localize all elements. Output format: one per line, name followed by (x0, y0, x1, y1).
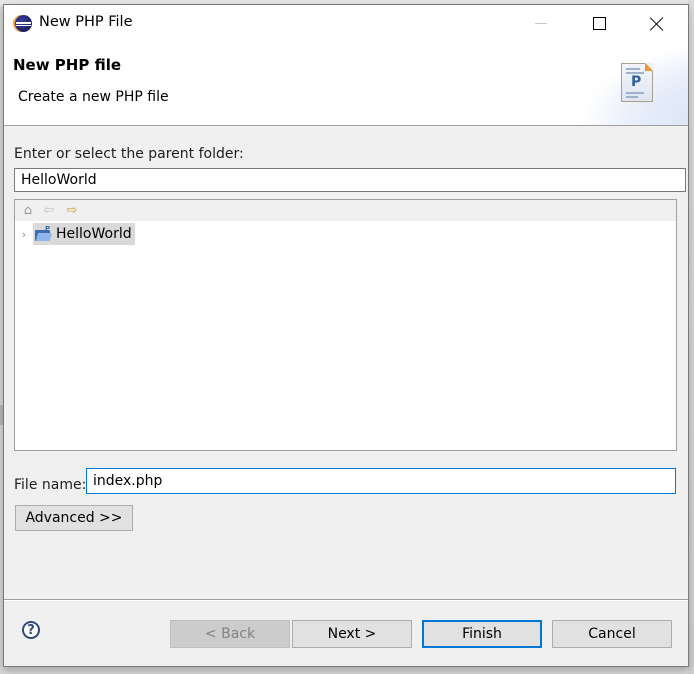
php-letter: P (631, 74, 642, 90)
close-icon (650, 17, 664, 31)
tree-item-helloworld[interactable]: P HelloWorld (33, 223, 135, 245)
wizard-page-title: New PHP file (13, 56, 122, 74)
advanced-button[interactable]: Advanced >> (15, 505, 133, 531)
tree-row: › P HelloWorld (15, 223, 135, 245)
folder-tree[interactable]: ⌂ ⇦ ⇨ › P HelloWorld (14, 199, 677, 451)
forward-arrow-icon[interactable]: ⇨ (64, 202, 80, 218)
cancel-button[interactable]: Cancel (552, 620, 672, 648)
help-icon[interactable]: ? (22, 621, 40, 639)
new-php-file-dialog: New PHP File New PHP file Create a new P… (3, 4, 689, 667)
icon-line (626, 68, 640, 70)
parent-folder-input[interactable] (14, 168, 686, 192)
home-icon[interactable]: ⌂ (20, 202, 36, 218)
back-button: < Back (170, 620, 290, 648)
page-fold (645, 63, 653, 71)
next-button[interactable]: Next > (292, 620, 412, 648)
eclipse-app-icon (15, 15, 32, 32)
footer-separator (4, 599, 688, 601)
finish-button[interactable]: Finish (422, 620, 542, 648)
tree-toolbar: ⌂ ⇦ ⇨ (15, 200, 676, 221)
maximize-button[interactable] (570, 5, 628, 42)
title-bar[interactable]: New PHP File (4, 5, 688, 42)
tree-item-label: HelloWorld (56, 226, 132, 242)
file-name-input[interactable] (86, 468, 676, 494)
minimize-button[interactable] (512, 5, 570, 42)
php-file-icon: P (621, 63, 653, 102)
icon-line (626, 96, 638, 98)
minimize-icon (535, 23, 547, 24)
wizard-banner: New PHP file Create a new PHP file P (4, 42, 688, 126)
icon-line (626, 92, 644, 94)
parent-folder-label: Enter or select the parent folder: (14, 146, 244, 162)
maximize-icon (592, 17, 606, 30)
file-name-label: File name: (14, 477, 87, 493)
close-button[interactable] (628, 5, 686, 42)
wizard-page-description: Create a new PHP file (18, 89, 169, 105)
window-title: New PHP File (39, 14, 133, 30)
back-arrow-icon[interactable]: ⇦ (41, 202, 57, 218)
expand-chevron-icon[interactable]: › (15, 228, 33, 241)
project-folder-icon: P (35, 225, 53, 241)
